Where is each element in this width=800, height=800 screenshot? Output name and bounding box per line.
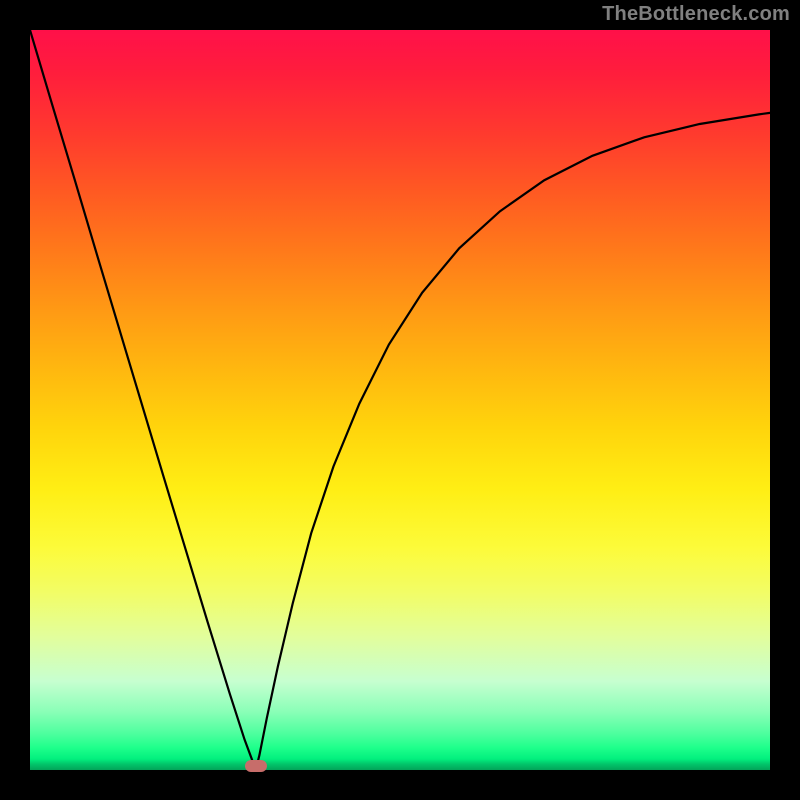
watermark-text: TheBottleneck.com (602, 3, 790, 26)
bottleneck-curve (30, 30, 770, 770)
right-branch-path (256, 113, 770, 770)
plot-area (30, 30, 770, 770)
chart-frame: TheBottleneck.com (0, 0, 800, 800)
left-branch-path (30, 30, 256, 770)
minimum-marker (245, 760, 267, 772)
